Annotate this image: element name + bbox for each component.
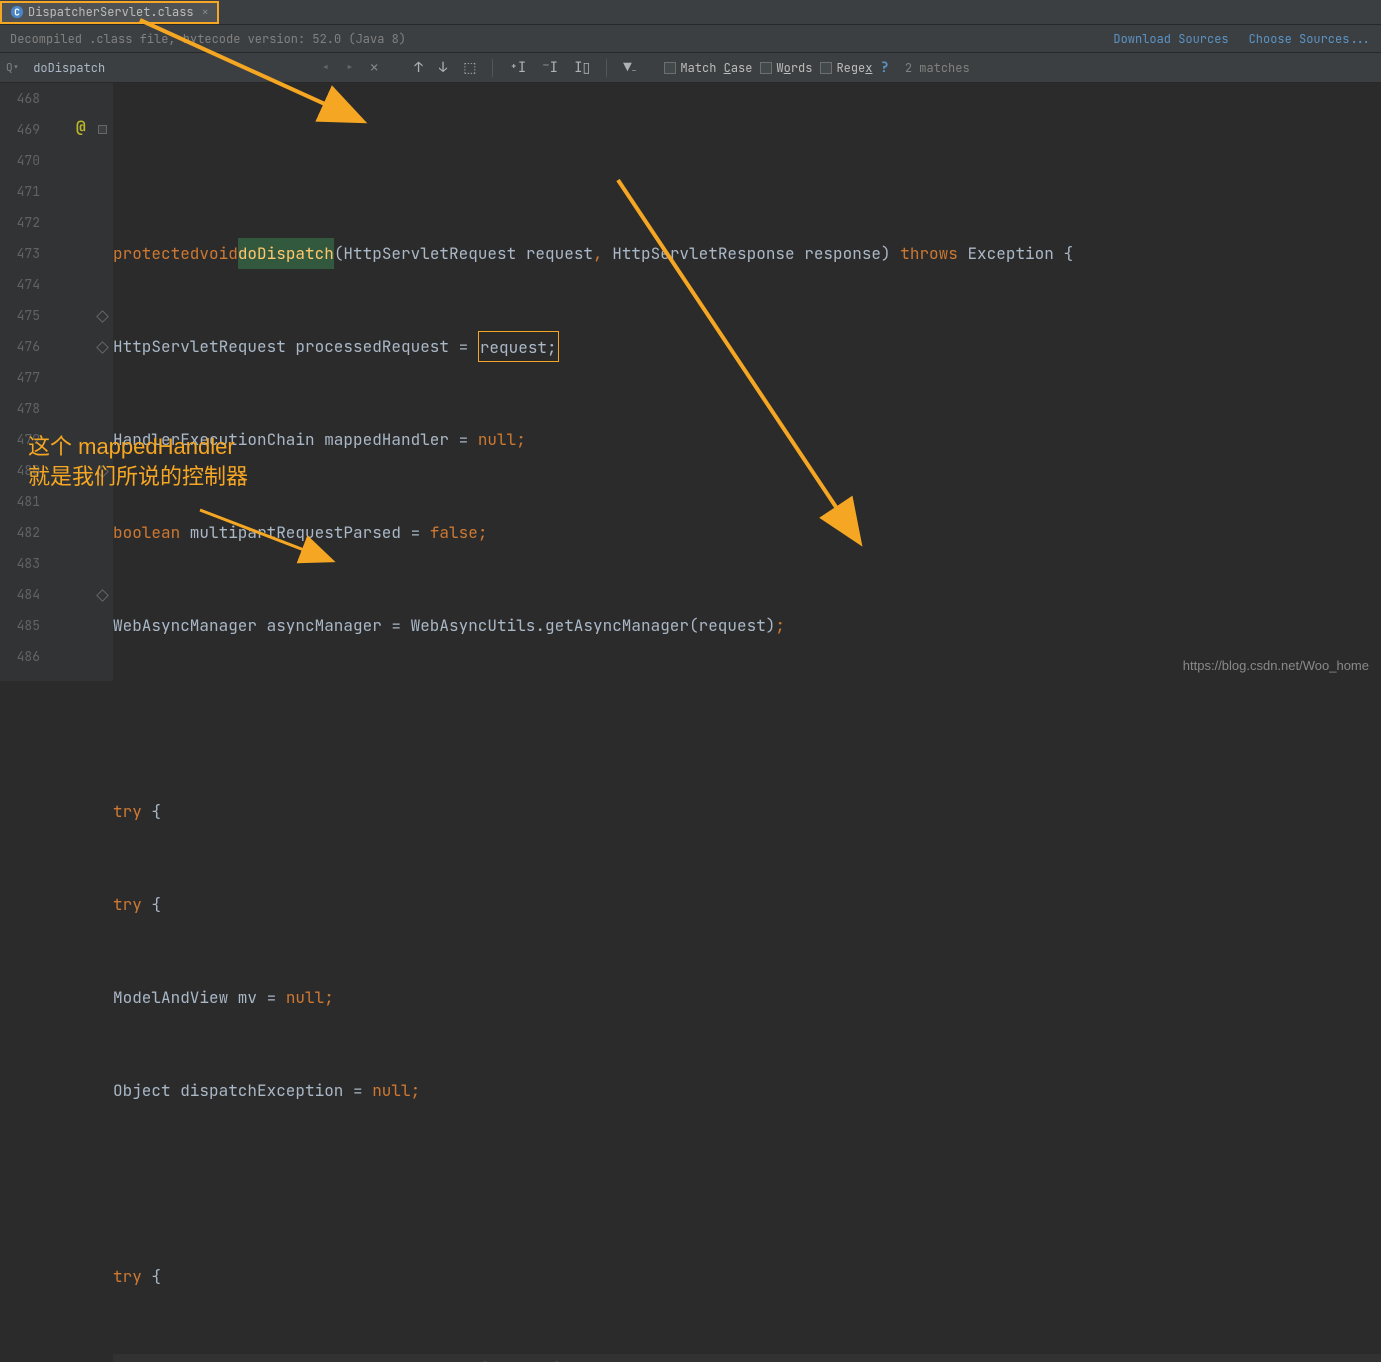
code-line-471: HandlerExecutionChain mappedHandler = nu… xyxy=(113,424,1381,455)
search-bar: Q▾ ◂ ▸ ✕ ↑ ↓ ⬚ ⁺I ⁻I I▯ ▼_ Match Case Wo… xyxy=(0,53,1381,83)
tab-label: DispatcherServlet.class xyxy=(28,4,194,20)
prev-occurrence-icon[interactable]: ◂ xyxy=(317,59,333,77)
code-line-478: Object dispatchException = null; xyxy=(113,1075,1381,1106)
tab-bar: C DispatcherServlet.class × xyxy=(0,0,1381,25)
line-number: 472 xyxy=(0,207,40,238)
info-bar: Decompiled .class file, bytecode version… xyxy=(0,25,1381,53)
match-case-checkbox[interactable]: Match Case xyxy=(664,60,752,76)
close-icon[interactable]: × xyxy=(202,4,209,20)
clear-search-icon[interactable]: ✕ xyxy=(366,59,382,77)
remove-selection-icon[interactable]: ⁻I xyxy=(538,59,562,77)
separator xyxy=(492,59,493,77)
next-match-icon[interactable]: ↓ xyxy=(435,59,451,77)
search-icon: Q▾ xyxy=(6,61,19,75)
fold-icon[interactable] xyxy=(98,125,107,134)
code-line-477: ModelAndView mv = null; xyxy=(113,982,1381,1013)
line-number: 486 xyxy=(0,641,40,672)
code-line-473: WebAsyncManager asyncManager = WebAsyncU… xyxy=(113,610,1381,641)
line-number: 473 xyxy=(0,238,40,269)
editor: 468 469 470 471 472 473 474 475 476 477 … xyxy=(0,83,1381,681)
line-number: 468 xyxy=(0,83,40,114)
choose-sources-link[interactable]: Choose Sources... xyxy=(1249,31,1371,47)
svg-text:C: C xyxy=(14,6,20,19)
decompile-info: Decompiled .class file, bytecode version… xyxy=(10,31,406,47)
file-tab[interactable]: C DispatcherServlet.class × xyxy=(0,1,219,24)
line-number: 469 xyxy=(0,114,40,145)
code-line-470: HttpServletRequest processedRequest = re… xyxy=(113,331,1381,362)
fold-icon[interactable] xyxy=(96,341,109,354)
separator xyxy=(606,59,607,77)
line-number: 478 xyxy=(0,393,40,424)
line-number: 475 xyxy=(0,300,40,331)
watermark: https://blog.csdn.net/Woo_home xyxy=(1183,658,1369,673)
line-number: 482 xyxy=(0,517,40,548)
code-line-476: try { xyxy=(113,889,1381,920)
prev-match-icon[interactable]: ↑ xyxy=(410,59,426,77)
select-all-occur-icon[interactable]: I▯ xyxy=(570,59,594,77)
code-area[interactable]: protected void doDispatch(HttpServletReq… xyxy=(113,83,1381,681)
fold-icon[interactable] xyxy=(96,310,109,323)
line-number: 477 xyxy=(0,362,40,393)
line-number: 484 xyxy=(0,579,40,610)
select-all-icon[interactable]: ⬚ xyxy=(459,59,480,77)
match-count: 2 matches xyxy=(905,60,970,76)
regex-checkbox[interactable]: Regex xyxy=(820,60,872,76)
line-gutter: 468 469 470 471 472 473 474 475 476 477 … xyxy=(0,83,48,681)
download-sources-link[interactable]: Download Sources xyxy=(1113,31,1228,47)
line-number: 470 xyxy=(0,145,40,176)
help-icon[interactable]: ? xyxy=(880,59,888,77)
info-links: Download Sources Choose Sources... xyxy=(1113,31,1371,47)
words-checkbox[interactable]: Words xyxy=(760,60,812,76)
code-line-475: try { xyxy=(113,796,1381,827)
search-input[interactable] xyxy=(29,58,309,78)
code-line-469: protected void doDispatch(HttpServletReq… xyxy=(113,238,1381,269)
gutter-annotations: @ xyxy=(48,83,113,681)
code-line-472: boolean multipartRequestParsed = false; xyxy=(113,517,1381,548)
code-line-481: processedRequest = this.checkMultipart(r… xyxy=(113,1354,1381,1362)
line-number: 483 xyxy=(0,548,40,579)
filter-icon[interactable]: ▼_ xyxy=(619,59,640,77)
line-number: 476 xyxy=(0,331,40,362)
class-icon: C xyxy=(10,5,24,19)
add-selection-icon[interactable]: ⁺I xyxy=(505,59,530,77)
fold-icon[interactable] xyxy=(96,589,109,602)
override-icon: @ xyxy=(76,116,86,137)
annotation-text: 这个 mappedHandler 就是我们所说的控制器 xyxy=(28,432,248,492)
line-number: 474 xyxy=(0,269,40,300)
next-occurrence-icon[interactable]: ▸ xyxy=(342,59,358,77)
code-line-480: try { xyxy=(113,1261,1381,1292)
line-number: 485 xyxy=(0,610,40,641)
line-number: 471 xyxy=(0,176,40,207)
